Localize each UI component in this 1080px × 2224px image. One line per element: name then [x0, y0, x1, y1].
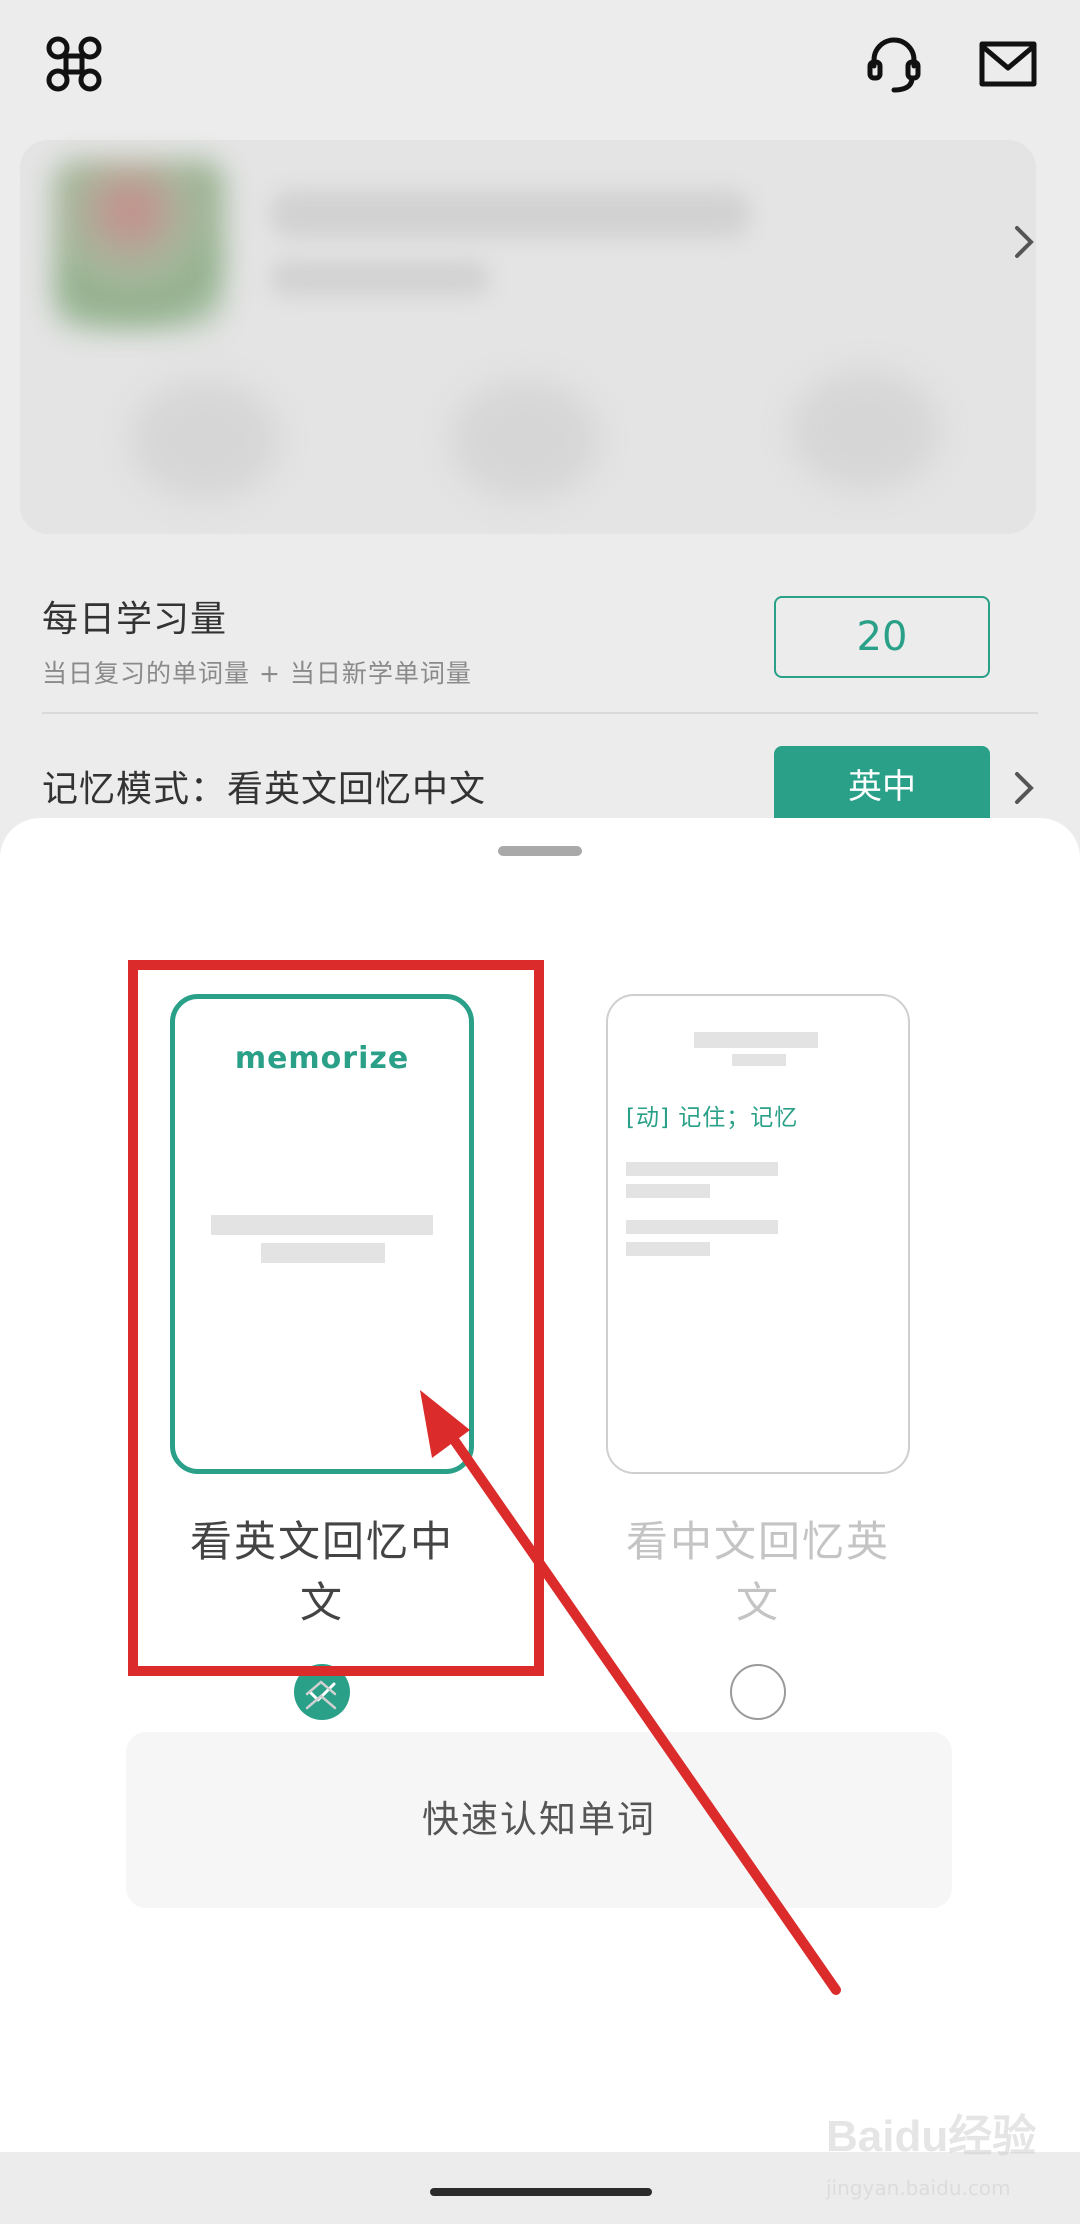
command-icon[interactable] [42, 32, 106, 96]
placeholder-bar [626, 1162, 778, 1176]
option-cn-to-en[interactable]: [动] 记住；记忆 看中文回忆英文 [606, 994, 910, 1720]
avatar [54, 160, 224, 330]
preview-definition: [动] 记住；记忆 [626, 1105, 799, 1131]
profile-card[interactable] [20, 140, 1036, 534]
preview-phone-cn[interactable]: [动] 记住；记忆 [606, 994, 910, 1474]
radio-unselected[interactable] [730, 1664, 786, 1720]
double-chevron-up-icon [305, 1680, 337, 1710]
chevron-right-icon[interactable] [1005, 220, 1041, 264]
divider [42, 712, 1038, 714]
mode-toggle-button[interactable]: 英中 [774, 746, 990, 828]
placeholder-bar [732, 1054, 786, 1066]
watermark-url: jingyan.baidu.com [826, 2176, 1011, 2200]
daily-count-field[interactable]: 20 [774, 596, 990, 678]
placeholder-bar [694, 1032, 818, 1048]
annotation-highlight-box [128, 960, 544, 1676]
placeholder-bar [626, 1242, 710, 1256]
mode-description: 快速认知单词 [126, 1732, 952, 1908]
home-indicator[interactable] [430, 2188, 652, 2196]
sheet-grab-handle[interactable] [498, 846, 582, 856]
headset-icon[interactable] [862, 32, 926, 96]
option-label[interactable]: 看中文回忆英文 [606, 1508, 910, 1630]
watermark-brand: Baidu经验 [826, 2112, 1037, 2161]
chevron-right-icon[interactable] [1005, 766, 1041, 810]
background-page: 每日学习量 当日复习的单词量 + 当日新学单词量 20 记忆模式：看英文回忆中文… [0, 0, 1080, 900]
placeholder-bar [626, 1184, 710, 1198]
placeholder-bar [626, 1220, 778, 1234]
mail-icon[interactable] [976, 32, 1040, 96]
baidu-watermark: Baidu经验 jingyan.baidu.com [826, 2100, 1056, 2200]
